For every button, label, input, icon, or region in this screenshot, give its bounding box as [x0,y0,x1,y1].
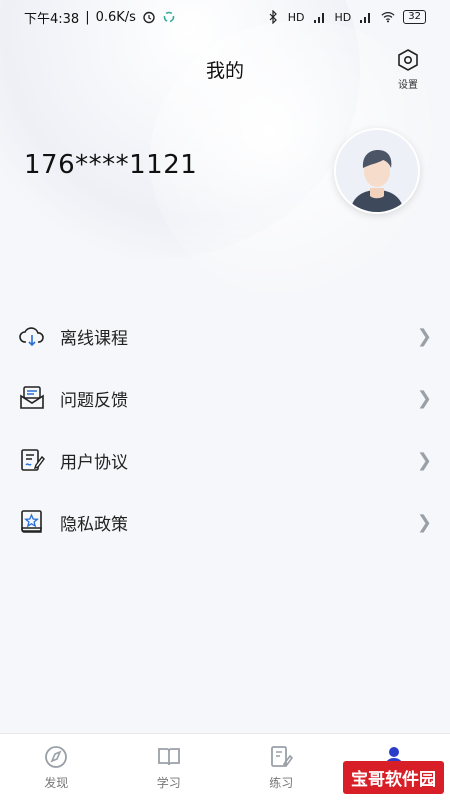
settings-hexagon-icon [398,49,418,71]
settings-button[interactable]: 设置 [388,48,428,91]
tab-label: 学习 [156,775,181,790]
wifi-icon [381,12,395,23]
menu-item-privacy-policy[interactable]: 隐私政策 ❯ [0,491,450,553]
cloud-download-icon [18,322,46,350]
tab-study[interactable]: 学习 [113,734,226,800]
battery-icon: 32 [403,10,426,24]
hd-label-2: HD [334,10,352,24]
tab-practice[interactable]: 练习 [225,734,338,800]
sync-icon [163,11,175,23]
settings-label: 设置 [398,80,418,91]
avatar[interactable] [334,128,420,214]
privacy-star-icon [18,508,46,536]
book-icon [157,747,180,765]
tab-discover[interactable]: 发现 [0,734,113,800]
menu-item-offline-courses[interactable]: 离线课程 ❯ [0,305,450,367]
menu-item-feedback[interactable]: 问题反馈 ❯ [0,367,450,429]
tab-label: 练习 [269,775,294,790]
watermark-logo: 宝哥软件园 [343,761,444,794]
bluetooth-icon [269,10,277,24]
status-left: 下午4:38 | 0.6K/s [24,8,176,27]
user-phone-number: 176****1121 [24,150,198,180]
chevron-right-icon: ❯ [416,387,432,409]
user-avatar-icon [336,130,418,212]
hd-label-1: HD [287,10,305,24]
tab-label: 发现 [44,775,69,790]
chevron-right-icon: ❯ [416,325,432,347]
signal-icon [313,13,324,23]
discover-icon [45,745,68,768]
status-bar: 下午4:38 | 0.6K/s HD HD 32 [0,0,450,34]
status-right: HD HD 32 [266,10,426,24]
menu-label: 隐私政策 [60,514,128,535]
menu-label: 离线课程 [60,328,128,349]
feedback-envelope-icon [18,384,46,412]
menu-item-user-agreement[interactable]: 用户协议 ❯ [0,429,450,491]
menu-list: 离线课程 ❯ 问题反馈 ❯ 用户协议 ❯ 隐私政策 ❯ [0,305,450,553]
alarm-icon [143,11,155,24]
menu-label: 用户协议 [60,452,128,473]
practice-pen-icon [271,745,294,767]
status-time: 下午4:38 [24,11,80,27]
agreement-document-icon [18,446,46,474]
page-title: 我的 [205,60,244,82]
signal-icon-2 [360,13,371,23]
chevron-right-icon: ❯ [416,449,432,471]
status-speed: 0.6K/s [95,9,136,25]
menu-label: 问题反馈 [60,390,128,411]
chevron-right-icon: ❯ [416,511,432,533]
